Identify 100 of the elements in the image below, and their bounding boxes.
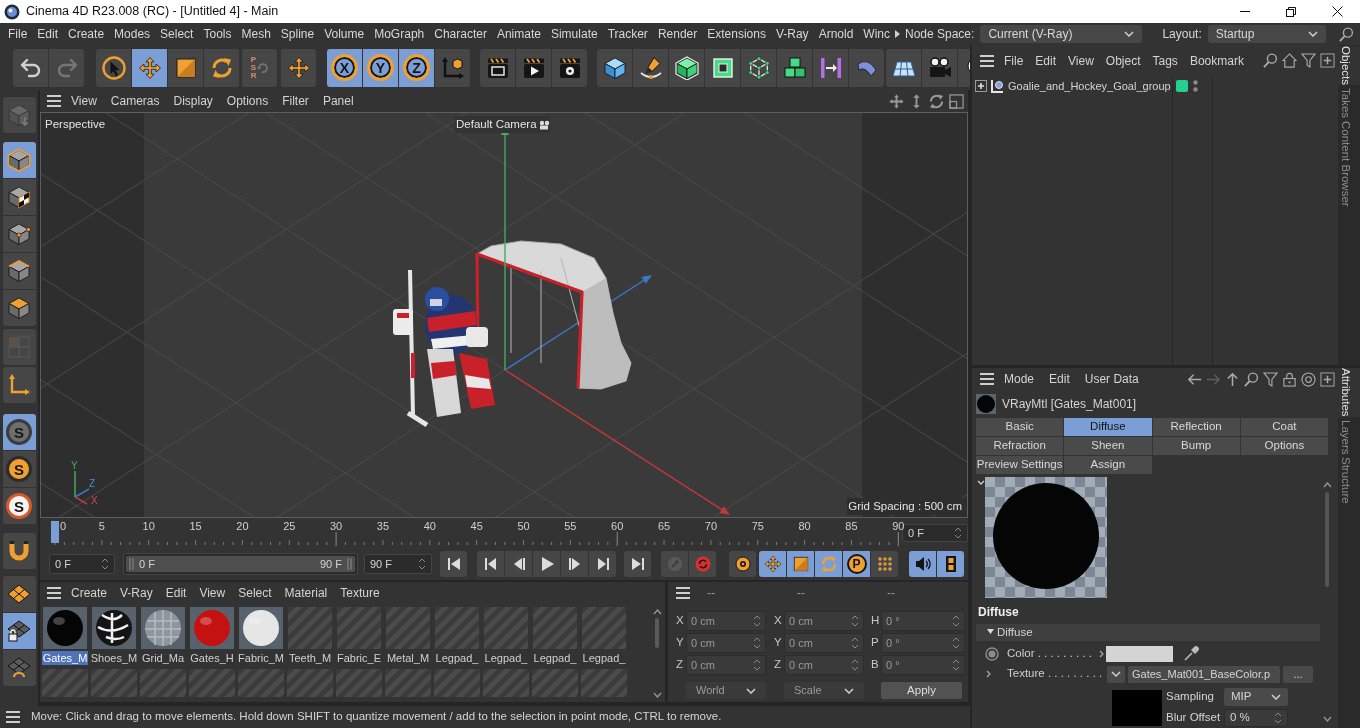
attribute-tab[interactable]: Refraction [976,437,1064,455]
solo-off-button[interactable]: S [2,488,36,524]
attribute-tab[interactable]: Diffuse [1064,418,1152,436]
material-name[interactable]: Gates_M [41,651,89,665]
solo-button[interactable]: S [2,414,36,450]
menu-item[interactable]: View [199,583,226,602]
y-axis-button[interactable]: Y [363,48,398,87]
texture-mode-button[interactable] [2,179,36,215]
blur-offset-field[interactable]: 0 % [1224,709,1288,727]
material-name[interactable]: Legpad_ [434,651,480,665]
menu-item[interactable]: Select [238,583,272,602]
material-name[interactable]: Legpad_ [581,651,627,665]
align-workplane-button[interactable] [2,650,36,686]
menu-item[interactable]: User Data [1084,370,1139,388]
browse-button[interactable]: ... [1283,665,1313,683]
search-button[interactable] [1244,371,1259,387]
menu-item[interactable]: Arnold [818,25,854,43]
menu-item[interactable]: Texture [340,583,380,602]
extrude-button[interactable] [705,48,740,87]
layout-dropdown[interactable]: Startup [1207,25,1326,43]
menu-item[interactable]: Render [657,25,698,43]
menu-item[interactable]: Object [1105,51,1141,70]
material-name[interactable]: Teeth_M [287,651,333,665]
autokey-button[interactable] [689,551,716,577]
menu-item[interactable]: Mode [1004,370,1035,388]
undo-button[interactable] [13,48,48,87]
move-tool-button[interactable] [132,48,167,87]
object-name[interactable]: Goalie_and_Hockey_Goal_group [1008,77,1171,95]
x-axis-button[interactable]: X [327,48,362,87]
workplane-button[interactable] [2,576,36,612]
side-tab[interactable]: Layers [1338,419,1360,455]
attribute-tab[interactable]: Preview Settings [976,456,1064,474]
menu-item[interactable]: View [71,92,97,110]
transform-button[interactable] [281,48,316,87]
solo-hierarchy-button[interactable]: S [2,451,36,487]
sampling-dropdown[interactable]: MIP [1224,688,1288,706]
menu-item[interactable]: Panel [322,92,354,110]
new-panel-button[interactable] [1320,53,1335,68]
material-name[interactable]: Shoes_M [89,651,139,665]
menu-item[interactable]: Mesh [241,25,271,43]
material-name[interactable]: Fabric_E [336,651,382,665]
side-tab[interactable]: Content Browser [1338,121,1360,207]
render-button[interactable] [516,48,551,87]
animate-toggle[interactable] [985,647,999,661]
filter-button[interactable] [1263,371,1278,387]
node-space-dropdown[interactable]: Current (V-Ray) [980,25,1143,43]
menu-item[interactable]: MoGraph [374,25,425,43]
z-axis-button[interactable]: Z [399,48,434,87]
menu-item[interactable]: V-Ray [775,25,809,43]
lock-button[interactable] [1282,371,1297,387]
parameter-key-button[interactable]: P [843,551,870,577]
target-button[interactable] [1301,371,1316,387]
eyedropper-button[interactable] [1183,646,1199,662]
timeline-film-button[interactable] [937,551,964,577]
cloner-button[interactable] [741,48,776,87]
side-tab[interactable]: Structure [1338,457,1360,504]
end-frame-field[interactable]: 90 F [364,554,432,574]
material-name[interactable]: Fabric_M [237,651,285,665]
menu-item[interactable]: Winc [863,25,890,43]
up-button[interactable] [1225,371,1240,387]
edges-mode-button[interactable] [2,253,36,289]
scrollbar-thumb[interactable] [655,618,659,648]
material-name[interactable]: Metal_M [385,651,431,665]
menu-item[interactable]: Edit [1035,51,1057,70]
menu-item[interactable]: Edit [165,583,187,602]
cube-button[interactable] [597,48,632,87]
scale-key-button[interactable] [787,551,814,577]
model-mode-button[interactable] [2,142,36,178]
attribute-tab[interactable]: Coat [1240,418,1328,436]
playhead-marker[interactable] [51,521,59,543]
symmetry-button[interactable] [813,48,848,87]
rotate-view-button[interactable] [929,93,944,109]
rotate-tool-button[interactable] [204,48,239,87]
timeline[interactable]: 0 5 10 15 20 25 30 35 40 45 50 55 60 65 70 75 80 85 90 0 F [40,518,968,548]
menu-item[interactable]: Tools [203,25,232,43]
menu-item[interactable]: Modes [114,25,151,43]
side-tab[interactable]: Takes [1338,88,1360,119]
pan-view-button[interactable] [889,93,904,109]
menu-item[interactable]: Tracker [607,25,648,43]
material-name[interactable]: Legpad_ [483,651,529,665]
camera-button[interactable] [922,48,957,87]
next-key-button[interactable] [589,551,616,577]
play-button[interactable] [533,551,560,577]
material-name[interactable]: Gates_H [189,651,235,665]
viewport[interactable]: Perspective Default Camera Y Z X Grid Spacing : 500 cm [40,112,968,518]
attribute-tab[interactable]: Basic [976,418,1064,436]
scrollbar-thumb[interactable] [1325,492,1329,587]
scale-tool-button[interactable] [168,48,203,87]
menu-item[interactable]: File [8,25,28,43]
stacked-cubes-button[interactable] [777,48,812,87]
menu-item[interactable]: Select [160,25,194,43]
menu-item[interactable]: Simulate [550,25,598,43]
menu-item[interactable]: File [1004,51,1024,70]
menu-item[interactable]: Create [68,25,105,43]
position-key-button[interactable] [759,551,786,577]
menu-item[interactable]: View [1068,51,1094,70]
first-frame-button[interactable] [440,551,467,577]
new-panel-button[interactable] [1320,371,1335,387]
locked-workplane-button[interactable] [2,613,36,649]
tweak-button[interactable] [2,533,36,569]
